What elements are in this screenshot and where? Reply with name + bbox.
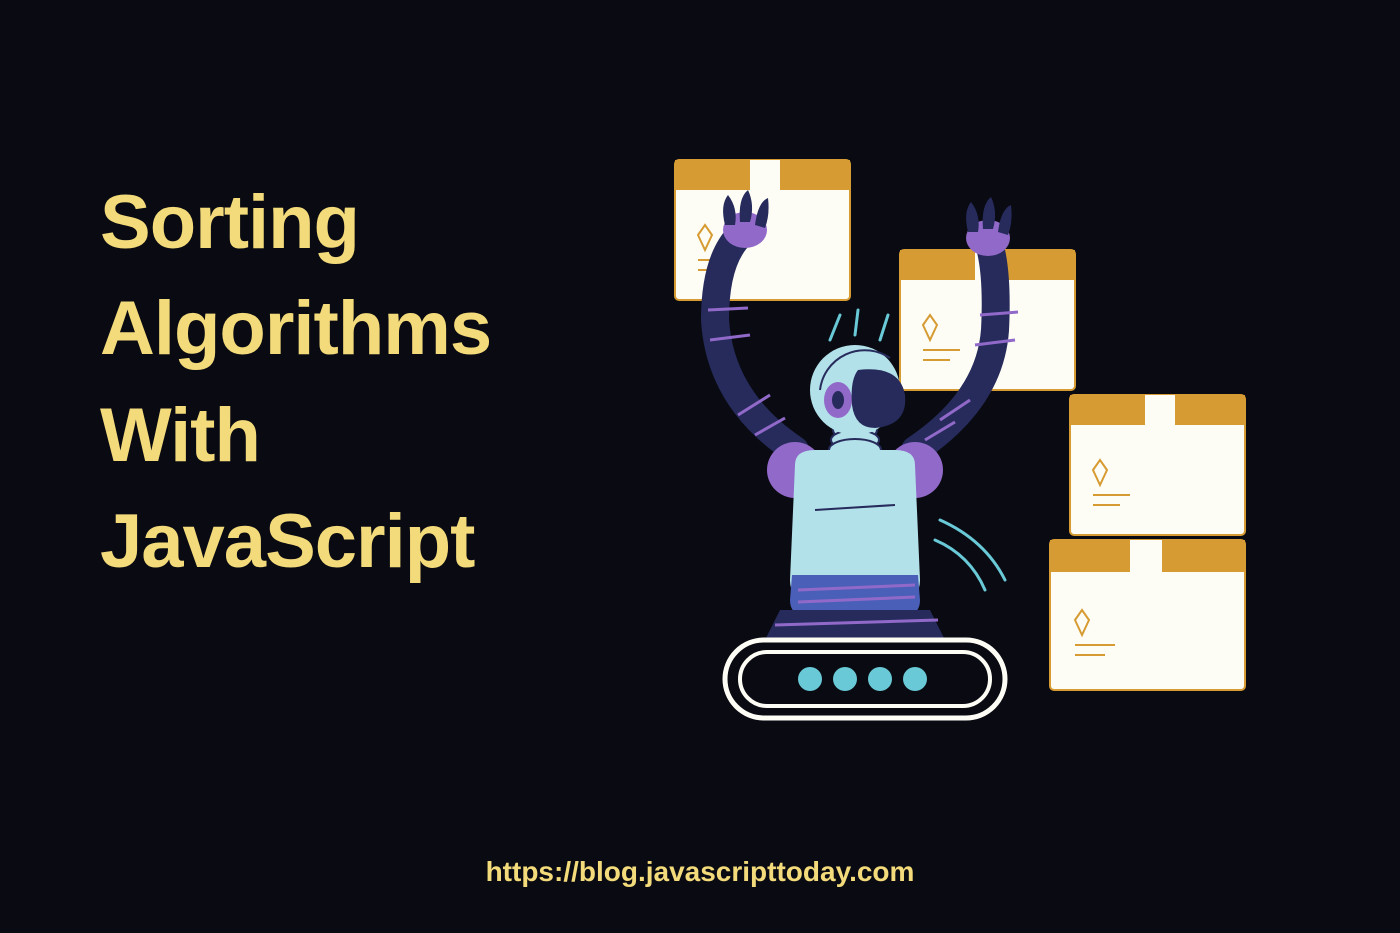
robot-illustration — [620, 140, 1320, 760]
box-stack-lower-icon — [1050, 540, 1245, 690]
motion-lines-icon — [830, 310, 888, 340]
robot-head-icon — [810, 345, 905, 435]
box-stack-upper-icon — [1070, 395, 1245, 535]
footer-url: https://blog.javascripttoday.com — [486, 856, 915, 888]
title-block: Sorting Algorithms With JavaScript — [100, 170, 620, 596]
robot-base-icon — [725, 610, 1005, 718]
motion-arc-icon — [935, 520, 1005, 590]
robot-body-icon — [767, 420, 943, 615]
main-title: Sorting Algorithms With JavaScript — [100, 170, 620, 596]
hero-banner: Sorting Algorithms With JavaScript — [0, 0, 1400, 933]
